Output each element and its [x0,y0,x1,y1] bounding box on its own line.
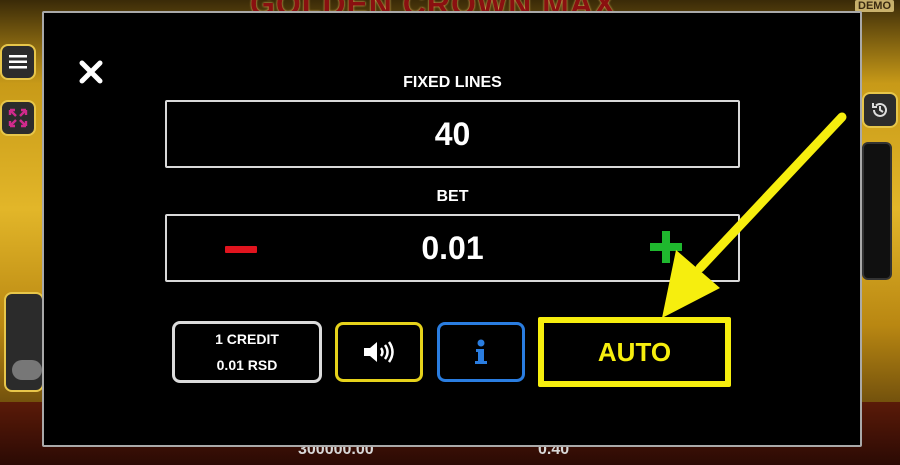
info-icon [475,339,487,364]
credit-count: 1 CREDIT [215,331,279,347]
bet-value: 0.01 [421,229,484,266]
sound-button[interactable] [335,322,423,382]
fixed-lines-label: FIXED LINES [403,74,502,91]
info-button[interactable] [437,322,525,382]
decrease-bet-button[interactable] [225,238,257,260]
credit-value: 0.01 RSD [216,357,278,373]
increase-bet-button[interactable] [650,231,682,263]
history-icon [872,102,887,117]
bet-label: BET [436,188,469,205]
close-button[interactable] [77,58,105,86]
fixed-lines-display: 40 [165,100,740,168]
bonus-toggle[interactable] [12,360,42,380]
credit-info-box: 1 CREDIT 0.01 RSD [172,321,322,383]
fixed-lines-value: 40 [434,115,471,152]
hamburger-menu-icon [9,55,27,69]
side-panel [862,142,892,280]
menu-button[interactable] [0,44,36,80]
expand-button[interactable] [0,100,36,136]
expand-arrows-icon [8,108,28,128]
speaker-icon [364,341,394,363]
history-button[interactable] [862,92,898,128]
minus-icon [225,245,257,253]
close-x-icon [79,60,103,84]
auto-play-button[interactable]: AUTO [538,317,731,387]
